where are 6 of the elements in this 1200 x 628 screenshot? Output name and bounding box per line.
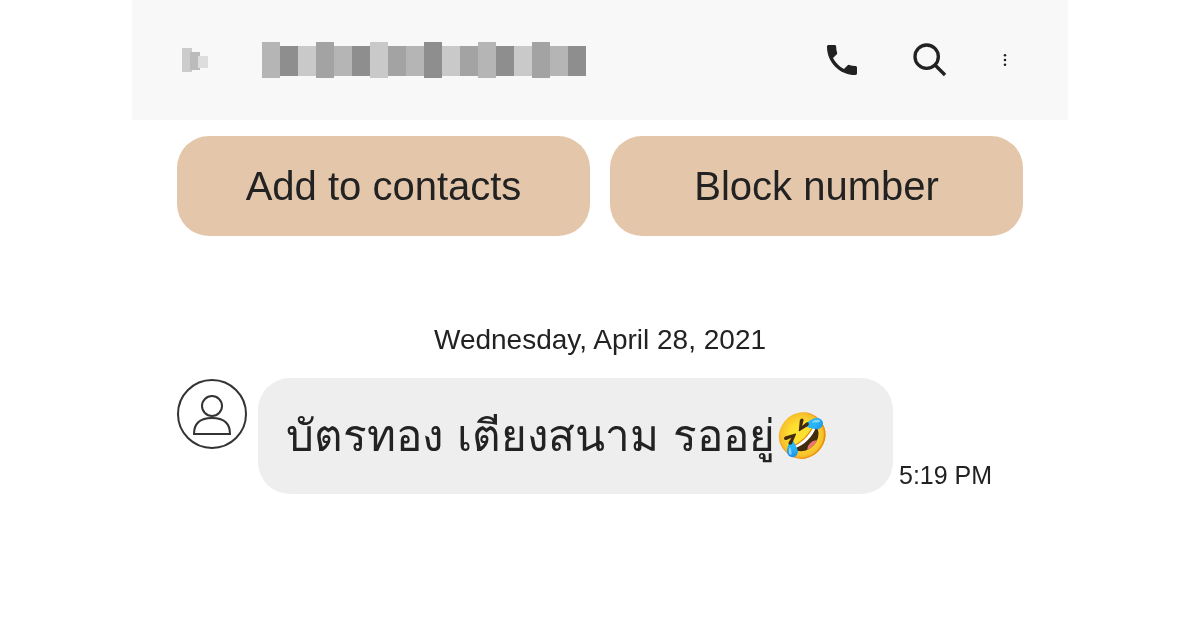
message-time: 5:19 PM — [899, 461, 993, 490]
date-separator: Wednesday, April 28, 2021 — [432, 324, 768, 356]
message-bubble: บัตรทอง เตียงสนาม รออยู่🤣 — [258, 378, 893, 494]
action-button[interactable]: Block number — [610, 136, 1023, 236]
avatar-icon[interactable] — [176, 378, 248, 450]
action-button[interactable]: Add to contacts — [177, 136, 590, 236]
